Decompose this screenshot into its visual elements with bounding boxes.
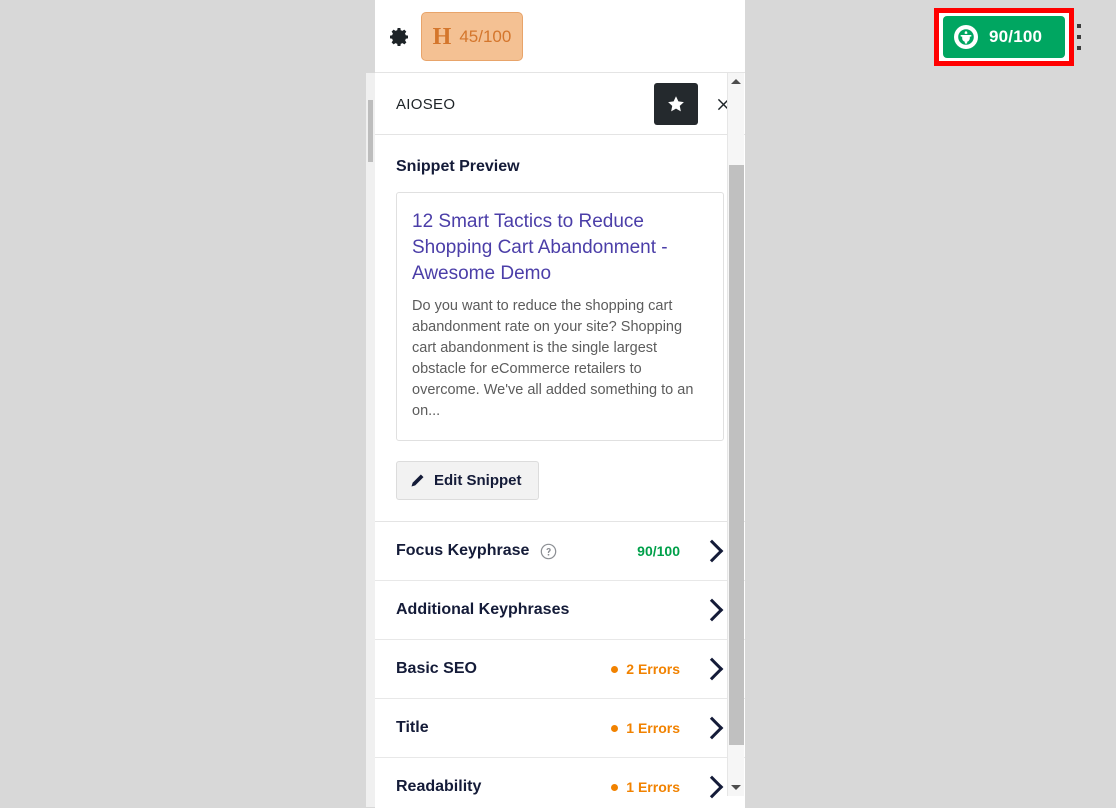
row-status: 90/100 [637,543,680,559]
row-status: 1 Errors [611,720,680,736]
kebab-dot [1077,24,1081,28]
row-label: Focus Keyphrase [396,542,530,559]
row-label: Additional Keyphrases [396,601,570,618]
scroll-up-arrow-icon[interactable] [728,73,744,90]
snippet-preview-card[interactable]: 12 Smart Tactics to Reduce Shopping Cart… [396,192,724,441]
panel-scrollbar-thumb[interactable] [729,165,744,745]
editor-toolbar: H 45/100 90/100 [375,0,1081,73]
hemingway-score-value: 45/100 [459,27,512,46]
row-label: Basic SEO [396,660,477,677]
snippet-description: Do you want to reduce the shopping cart … [412,298,694,419]
row-status-text: 1 Errors [626,720,680,736]
row-right-group: 2 Errors [611,657,724,681]
hemingway-letter: H [432,23,452,50]
row-right-group: 1 Errors [611,716,724,740]
row-status: 1 Errors [611,779,680,795]
snippet-title[interactable]: 12 Smart Tactics to Reduce Shopping Cart… [412,209,708,287]
pencil-icon [410,473,425,488]
row-status: 2 Errors [611,661,680,677]
edit-snippet-button[interactable]: Edit Snippet [396,461,539,500]
error-dot-icon [611,783,619,791]
snippet-preview-section: Snippet Preview 12 Smart Tactics to Redu… [375,158,745,522]
scroll-down-triangle [731,785,741,790]
row-right-group: 90/100 [637,539,724,563]
aioseo-panel-header: AIOSEO [375,73,745,135]
row-right-group: 1 Errors [611,775,724,799]
outer-scrollbar-thumb[interactable] [368,100,373,162]
panel-row-title[interactable]: Title 1 Errors [375,699,745,758]
panel-title: AIOSEO [396,96,456,113]
snippet-preview-heading: Snippet Preview [396,158,520,175]
row-status-text: 90/100 [637,543,680,559]
gear-icon[interactable] [383,20,417,54]
panel-row-focus-keyphrase[interactable]: Focus Keyphrase 90/100 [375,522,745,581]
row-label: Readability [396,778,482,795]
seo-score-value: 90/100 [989,27,1043,46]
panel-scrollbar[interactable] [727,73,744,796]
star-icon[interactable] [654,83,698,125]
editor-sidebar-column: H 45/100 90/100 AIOSEO Snippet Preview 1… [375,0,1081,808]
error-dot-icon [611,724,619,732]
panel-row-basic-seo[interactable]: Basic SEO 2 Errors [375,640,745,699]
kebab-dot [1077,35,1081,39]
row-right-group [700,598,724,622]
chevron-right-icon[interactable] [700,598,724,622]
aioseo-logo-icon [953,24,979,50]
chevron-right-icon[interactable] [700,775,724,799]
more-vertical-icon[interactable] [1072,21,1086,53]
seo-score-button[interactable]: 90/100 [943,16,1065,58]
panel-row-additional-keyphrases[interactable]: Additional Keyphrases [375,581,745,640]
hemingway-score-badge[interactable]: H 45/100 [421,12,523,61]
scroll-down-arrow-icon[interactable] [728,779,744,796]
help-circle-icon[interactable] [540,543,557,560]
chevron-right-icon[interactable] [700,716,724,740]
row-status-text: 1 Errors [626,779,680,795]
aioseo-panel: AIOSEO Snippet Preview 12 Smart Tactics … [375,72,745,808]
kebab-dot [1077,46,1081,50]
error-dot-icon [611,665,619,673]
chevron-right-icon[interactable] [700,657,724,681]
chevron-right-icon[interactable] [700,539,724,563]
edit-snippet-label: Edit Snippet [434,472,522,489]
row-status-text: 2 Errors [626,661,680,677]
scroll-up-triangle [731,79,741,84]
panel-row-readability[interactable]: Readability 1 Errors [375,758,745,808]
row-label: Title [396,719,429,736]
outer-scrollbar-left[interactable] [366,73,375,807]
